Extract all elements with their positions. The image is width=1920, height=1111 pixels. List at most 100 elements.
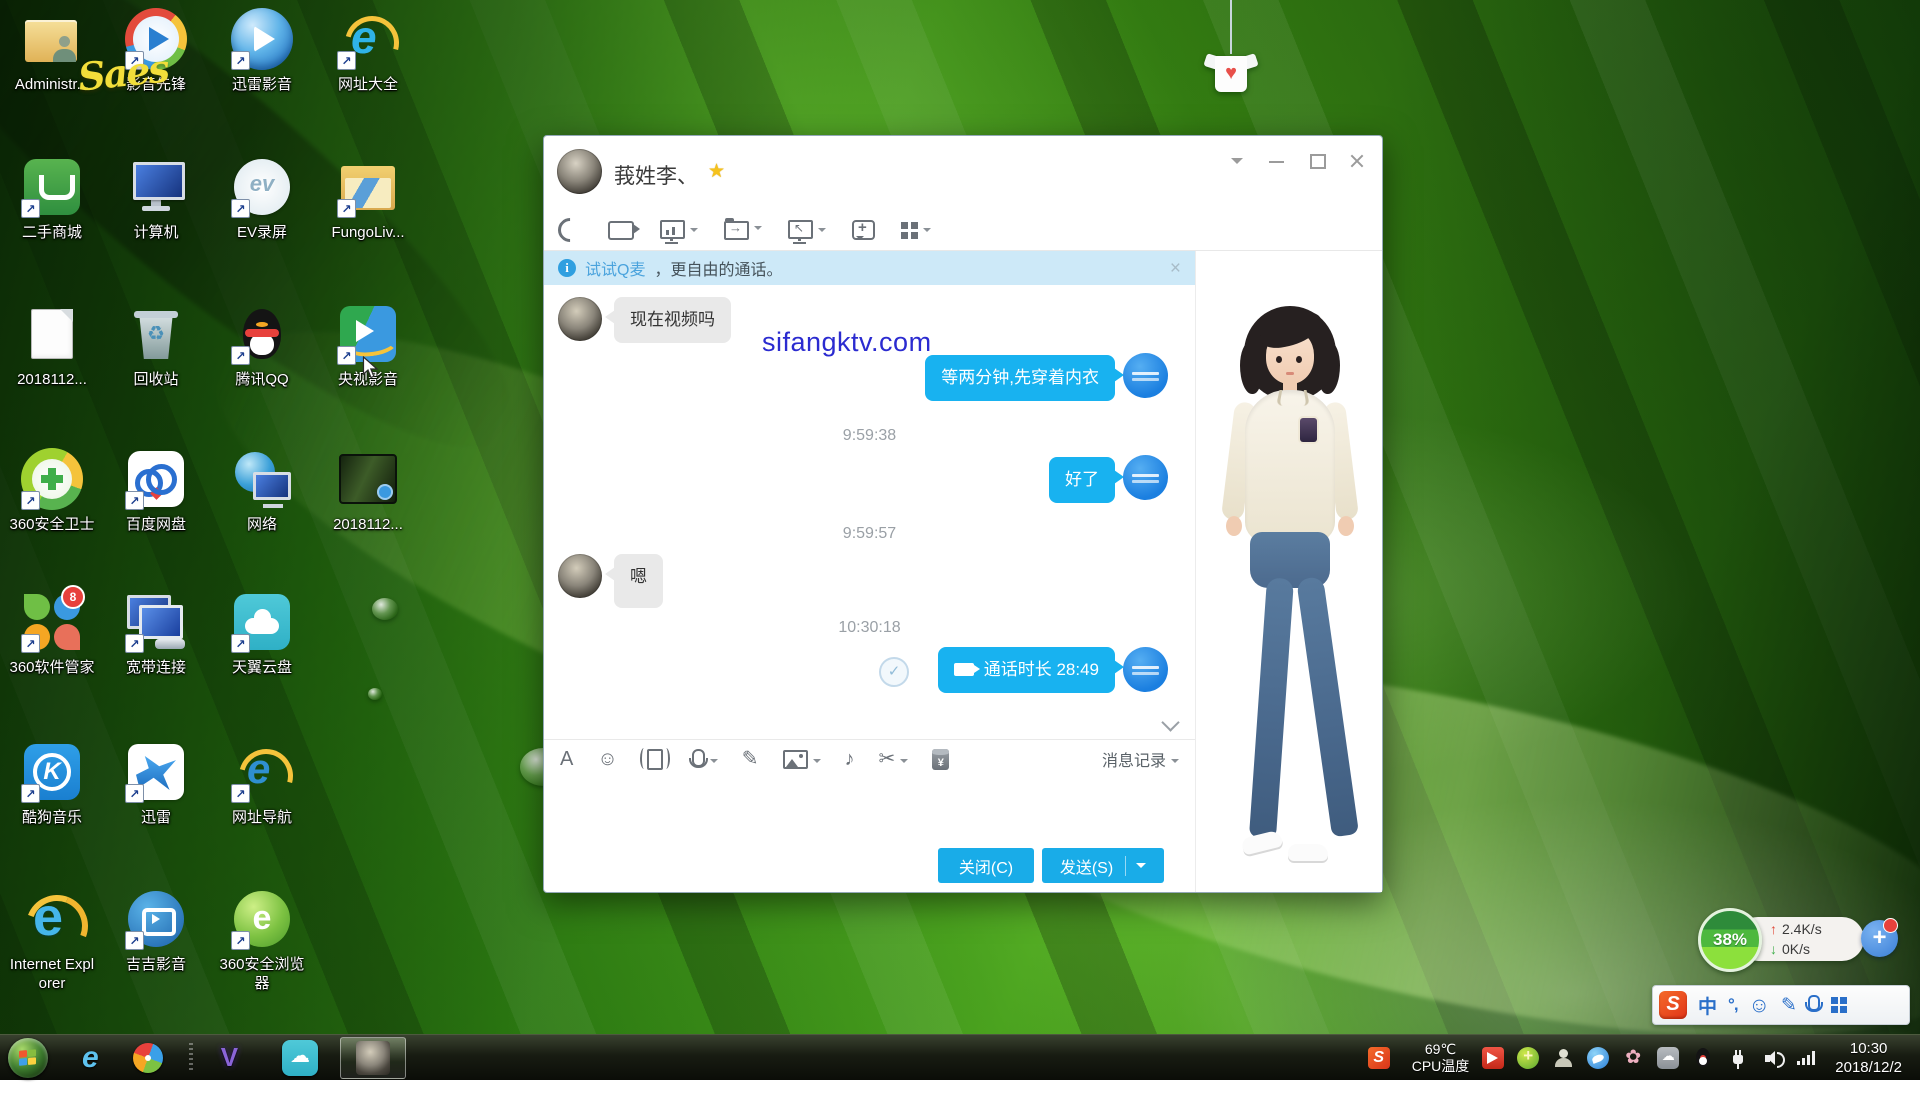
call-record-bubble[interactable]: 通话时长 28:49 bbox=[938, 647, 1115, 693]
screenshot-button[interactable]: ✂ bbox=[879, 749, 909, 769]
music-share-button[interactable]: ♪ bbox=[845, 749, 855, 769]
video-call-button[interactable] bbox=[608, 219, 634, 240]
minimize-icon[interactable] bbox=[1268, 152, 1286, 170]
shirt-gadget[interactable] bbox=[1196, 0, 1266, 110]
taskbar-pinwheel-icon[interactable] bbox=[133, 1043, 163, 1073]
tray-contact-icon[interactable] bbox=[1552, 1047, 1574, 1069]
ime-punctuation-toggle[interactable]: °, bbox=[1728, 995, 1738, 1015]
taskbar-active-chat-task[interactable] bbox=[340, 1037, 406, 1079]
remote-desktop-button[interactable] bbox=[788, 220, 826, 239]
taskbar-clock[interactable]: 10:30 2018/12/2 bbox=[1835, 1039, 1902, 1077]
desktop-icon-xunlei-player[interactable]: 迅雷影音 bbox=[210, 8, 314, 94]
tray-360-icon[interactable] bbox=[1517, 1047, 1539, 1069]
net-speed-widget[interactable]: 38% 2.4K/s 0K/s + bbox=[1698, 908, 1898, 970]
desktop-icon-ev-recorder[interactable]: EV录屏 bbox=[210, 156, 314, 242]
send-image-button[interactable] bbox=[783, 750, 821, 769]
accelerate-plus-button[interactable]: + bbox=[1861, 920, 1898, 957]
desktop-icon-url-navigation[interactable]: 网址导航 bbox=[210, 741, 314, 827]
tray-sogou-icon[interactable]: S bbox=[1368, 1047, 1390, 1069]
ime-handwriting-icon[interactable] bbox=[1781, 994, 1797, 1017]
desktop-icon-tianyi-cloud[interactable]: 天翼云盘 bbox=[210, 591, 314, 677]
window-menu-icon[interactable] bbox=[1228, 152, 1246, 170]
self-message-avatar[interactable] bbox=[1123, 647, 1168, 692]
self-message-avatar[interactable] bbox=[1123, 353, 1168, 398]
memory-ball[interactable]: 38% bbox=[1698, 908, 1762, 972]
taskbar-ie-icon[interactable] bbox=[82, 1040, 99, 1076]
close-icon[interactable] bbox=[1348, 152, 1366, 170]
chevron-down-icon[interactable] bbox=[900, 759, 908, 767]
tray-power-icon[interactable] bbox=[1727, 1047, 1749, 1069]
desktop-icon-url-collection[interactable]: 网址大全 bbox=[316, 8, 420, 94]
ime-voice-icon[interactable] bbox=[1808, 995, 1820, 1011]
chevron-down-icon[interactable] bbox=[1136, 863, 1146, 873]
desktop-icon-internet-explorer[interactable]: Internet Explorer bbox=[0, 888, 104, 993]
voice-call-button[interactable] bbox=[558, 217, 582, 242]
window-shake-button[interactable] bbox=[642, 749, 668, 770]
tray-volume-icon[interactable] bbox=[1762, 1047, 1784, 1069]
window-titlebar[interactable]: 莪姓李、 bbox=[544, 136, 1382, 208]
notice-close-icon[interactable] bbox=[1170, 259, 1181, 278]
desktop-icon-network[interactable]: 网络 bbox=[210, 448, 314, 534]
ime-emoji-icon[interactable] bbox=[1749, 995, 1770, 1016]
desktop-icon-360-safeguard[interactable]: 360安全卫士 bbox=[0, 448, 104, 534]
peer-message-avatar[interactable] bbox=[558, 554, 602, 598]
chevron-down-icon[interactable] bbox=[813, 759, 821, 767]
emoji-button[interactable]: ☺ bbox=[597, 749, 617, 769]
scroll-down-icon[interactable] bbox=[1161, 713, 1179, 731]
tray-netdisk-icon[interactable] bbox=[1587, 1047, 1609, 1069]
qmic-link[interactable]: 试试Q麦 bbox=[585, 256, 645, 280]
desktop-icon-baidu-netdisk[interactable]: 百度网盘 bbox=[104, 448, 208, 534]
qq-show-character[interactable] bbox=[1214, 306, 1364, 881]
peer-message-avatar[interactable] bbox=[558, 297, 602, 341]
sogou-logo-icon[interactable]: S bbox=[1659, 991, 1687, 1019]
apps-button[interactable] bbox=[901, 220, 931, 239]
desktop-icon-360-browser[interactable]: 360安全浏览器 bbox=[210, 888, 314, 993]
message-input[interactable] bbox=[544, 778, 1195, 848]
handwriting-button[interactable]: ✎ bbox=[742, 749, 759, 769]
tray-announcement-icon[interactable] bbox=[1482, 1047, 1504, 1069]
desktop-icon-text-document[interactable]: 2018112... bbox=[0, 303, 104, 389]
maximize-icon[interactable] bbox=[1308, 152, 1326, 170]
desktop-icon-video-file[interactable]: 2018112... bbox=[316, 448, 420, 534]
desktop-icon-xunlei[interactable]: 迅雷 bbox=[104, 741, 208, 827]
screen-demo-button[interactable] bbox=[660, 220, 698, 239]
chevron-down-icon[interactable] bbox=[818, 228, 826, 236]
tray-flower-icon[interactable] bbox=[1622, 1047, 1644, 1069]
desktop-icon-secondhand-mall[interactable]: 二手商城 bbox=[0, 156, 104, 242]
desktop-icon-fungolive[interactable]: FungoLiv... bbox=[316, 156, 420, 242]
voice-message-button[interactable] bbox=[692, 751, 718, 767]
desktop-icon-recycle-bin[interactable]: 回收站 bbox=[104, 303, 208, 389]
start-button[interactable] bbox=[8, 1038, 48, 1078]
desktop-icon-computer[interactable]: 计算机 bbox=[104, 156, 208, 242]
shortcut-arrow-icon bbox=[231, 51, 250, 70]
chevron-down-icon[interactable] bbox=[690, 228, 698, 236]
taskbar-v-app-icon[interactable] bbox=[221, 1042, 238, 1073]
desktop-icon-360-software-manager[interactable]: 8 360软件管家 bbox=[0, 591, 104, 677]
font-button[interactable]: A bbox=[560, 749, 573, 769]
ime-toolbox-icon[interactable] bbox=[1831, 997, 1847, 1013]
red-packet-button[interactable] bbox=[932, 749, 949, 770]
tray-qq-icon[interactable] bbox=[1692, 1047, 1714, 1069]
self-message-avatar[interactable] bbox=[1123, 455, 1168, 500]
desktop-icon-kugou-music[interactable]: 酷狗音乐 bbox=[0, 741, 104, 827]
pencil-icon: ✎ bbox=[742, 749, 759, 769]
message-history-button[interactable]: 消息记录 bbox=[1102, 747, 1179, 771]
send-button[interactable]: 发送(S) bbox=[1042, 848, 1164, 883]
create-group-button[interactable] bbox=[852, 218, 875, 240]
chevron-down-icon[interactable] bbox=[710, 759, 718, 767]
tray-cloud-icon[interactable] bbox=[1657, 1047, 1679, 1069]
send-file-button[interactable] bbox=[724, 218, 762, 240]
message-list[interactable]: 现在视频吗 sifangktv.com 等两分钟,先穿着内衣 9:59:38 好… bbox=[544, 285, 1195, 739]
close-button[interactable]: 关闭(C) bbox=[938, 848, 1034, 883]
ime-toolbar[interactable]: S 中 °, bbox=[1652, 985, 1910, 1025]
chevron-down-icon[interactable] bbox=[923, 228, 931, 236]
peer-avatar[interactable] bbox=[557, 149, 602, 194]
taskbar-cloud-app-icon[interactable] bbox=[282, 1040, 318, 1076]
desktop-icon-broadband-connection[interactable]: 宽带连接 bbox=[104, 591, 208, 677]
desktop-icon-tencent-qq[interactable]: 腾讯QQ bbox=[210, 303, 314, 389]
chevron-down-icon[interactable] bbox=[754, 226, 762, 234]
tray-network-icon[interactable] bbox=[1797, 1047, 1819, 1069]
ime-mode-toggle[interactable]: 中 bbox=[1698, 992, 1717, 1019]
desktop-icon-jiji-player[interactable]: 吉吉影音 bbox=[104, 888, 208, 974]
shortcut-arrow-icon bbox=[21, 784, 40, 803]
